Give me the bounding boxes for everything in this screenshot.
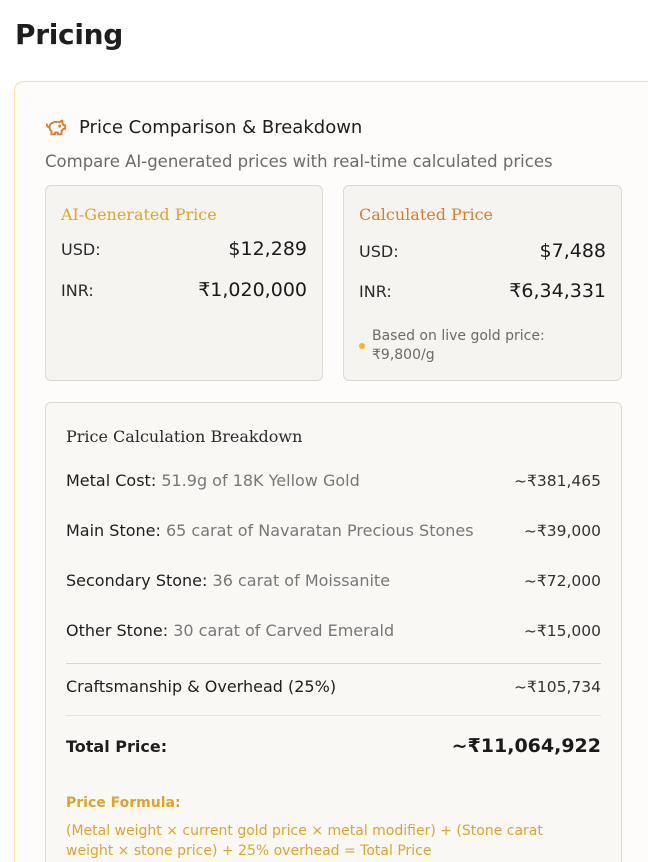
breakdown-row-overhead: Craftsmanship & Overhead (25%) ~₹105,734	[66, 677, 601, 696]
calc-inr-label: INR:	[359, 282, 392, 301]
section-title: Price Comparison & Breakdown	[79, 116, 363, 138]
breakdown-row-label: Other Stone:	[66, 621, 169, 640]
ai-inr-label: INR:	[61, 281, 94, 300]
breakdown-row-metal: Metal Cost: 51.9g of 18K Yellow Gold ~₹3…	[66, 471, 601, 490]
breakdown-row-main-stone: Main Stone: 65 carat of Navaratan Precio…	[66, 521, 601, 540]
total-price-label: Total Price:	[66, 737, 168, 756]
section-subtitle: Compare AI-generated prices with real-ti…	[45, 152, 553, 171]
status-dot-icon	[359, 343, 365, 349]
price-formula-title: Price Formula:	[66, 795, 181, 811]
calc-inr-row: INR: ₹6,34,331	[359, 280, 606, 302]
calculated-price-card: Calculated Price USD: $7,488 INR: ₹6,34,…	[343, 185, 622, 381]
breakdown-row-detail: 65 carat of Navaratan Precious Stones	[165, 521, 474, 540]
breakdown-row-detail: 51.9g of 18K Yellow Gold	[161, 471, 360, 490]
breakdown-row-amount: ~₹39,000	[523, 522, 601, 540]
ai-usd-row: USD: $12,289	[61, 238, 307, 260]
breakdown-row-secondary-stone: Secondary Stone: 36 carat of Moissanite …	[66, 571, 601, 590]
breakdown-row-other-stone: Other Stone: 30 carat of Carved Emerald …	[66, 621, 601, 640]
calc-inr-value: ₹6,34,331	[509, 280, 606, 302]
breakdown-divider	[66, 663, 601, 664]
piggy-bank-icon	[45, 116, 67, 138]
breakdown-row-label: Metal Cost:	[66, 471, 157, 490]
calc-usd-row: USD: $7,488	[359, 240, 606, 262]
ai-usd-value: $12,289	[228, 238, 307, 260]
breakdown-row-amount: ~₹15,000	[523, 622, 601, 640]
ai-price-title: AI-Generated Price	[61, 205, 217, 224]
breakdown-row-detail: 30 carat of Carved Emerald	[173, 621, 395, 640]
breakdown-row-detail: 36 carat of Moissanite	[212, 571, 391, 590]
calc-usd-value: $7,488	[539, 240, 606, 262]
page-title: Pricing	[15, 18, 123, 51]
calc-usd-label: USD:	[359, 242, 399, 261]
ai-usd-label: USD:	[61, 240, 101, 259]
overhead-label: Craftsmanship & Overhead (25%)	[66, 677, 337, 696]
ai-inr-value: ₹1,020,000	[198, 279, 307, 301]
calculated-price-title: Calculated Price	[359, 205, 494, 224]
breakdown-row-amount: ~₹72,000	[523, 572, 601, 590]
total-price-value: ~₹11,064,922	[451, 735, 601, 757]
overhead-amount: ~₹105,734	[514, 678, 601, 696]
breakdown-divider	[66, 715, 601, 716]
breakdown-title: Price Calculation Breakdown	[66, 427, 303, 446]
price-formula-text: (Metal weight × current gold price × met…	[66, 823, 543, 859]
gold-price-note: Based on live gold price: ₹9,800/g	[359, 327, 577, 365]
gold-price-note-text: Based on live gold price: ₹9,800/g	[372, 328, 545, 363]
breakdown-row-amount: ~₹381,465	[514, 472, 601, 490]
ai-inr-row: INR: ₹1,020,000	[61, 279, 307, 301]
price-breakdown-card: Price Calculation Breakdown Metal Cost: …	[45, 402, 622, 862]
ai-price-card: AI-Generated Price USD: $12,289 INR: ₹1,…	[45, 185, 323, 381]
breakdown-row-total: Total Price: ~₹11,064,922	[66, 735, 601, 757]
section-header: Price Comparison & Breakdown	[45, 116, 362, 138]
breakdown-row-label: Secondary Stone:	[66, 571, 208, 590]
breakdown-row-label: Main Stone:	[66, 521, 161, 540]
